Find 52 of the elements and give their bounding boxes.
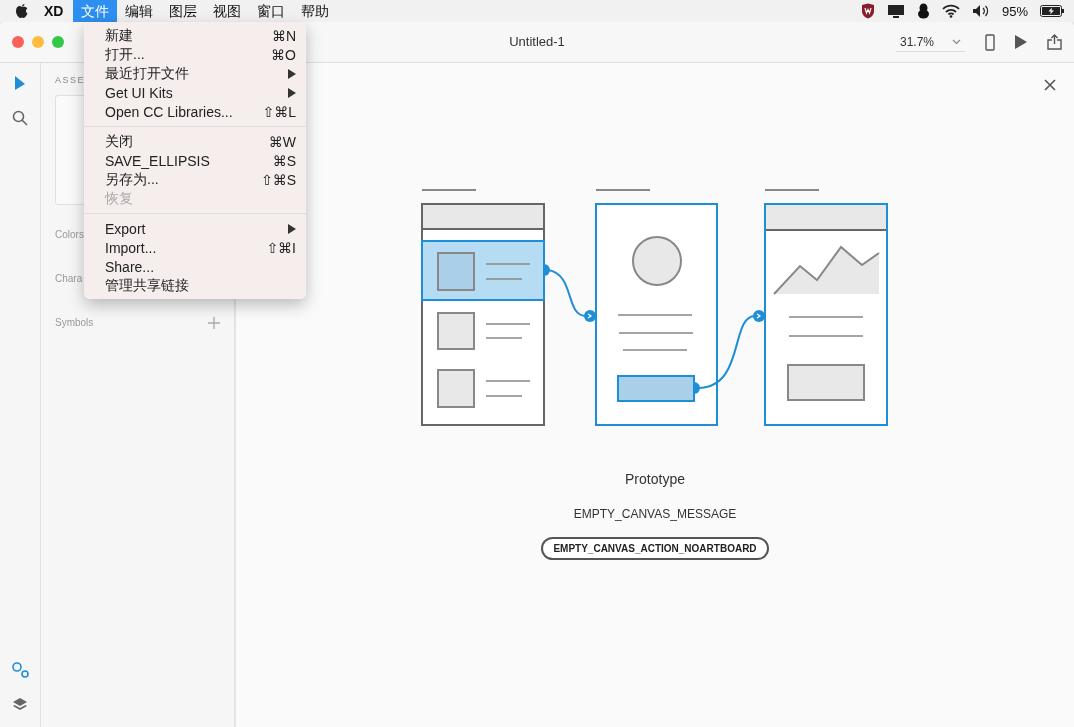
wifi-icon[interactable] [941,4,960,18]
section-label: Chara [55,273,83,286]
menu-item[interactable]: 另存为... ⇧⌘S [84,170,306,189]
menu-title[interactable]: 图层 [161,0,206,22]
menu-item[interactable]: Get UI Kits [84,83,306,102]
menu-title[interactable]: 视图 [205,0,250,22]
close-window-button[interactable] [12,36,24,48]
menu-item[interactable]: Import... ⇧⌘I [84,238,306,257]
menu-title[interactable]: 帮助 [293,0,338,22]
select-arrow-icon[interactable] [14,75,26,91]
shortcut-label: ⌘O [271,46,296,63]
shortcut-label: ⇧⌘S [260,171,296,188]
volume-icon[interactable] [971,4,990,18]
menu-item[interactable]: 新建 ⌘N [84,26,306,45]
play-icon[interactable] [1015,35,1027,49]
menu-item[interactable]: 关闭 ⌘W [84,132,306,151]
shortcut-label: ⇧⌘I [266,239,296,256]
empty-canvas-heading: Prototype [625,471,685,487]
menu-item[interactable]: 管理共享链接 [84,276,306,295]
chevron-icon [952,38,961,45]
search-icon[interactable] [12,110,28,126]
layers-icon[interactable] [12,697,28,712]
shortcut-label: ⌘S [272,152,296,169]
menu-item[interactable]: Open CC Libraries... ⇧⌘L [84,102,306,121]
empty-canvas-message: EMPTY_CANVAS_MESSAGE [573,507,737,521]
menu-item[interactable]: 最近打开文件 [84,64,306,83]
shortcut-label: ⌘N [271,27,296,44]
section-label: Symbols [55,317,94,330]
monitor-icon[interactable] [886,3,905,19]
shortcut-label: ⇧⌘L [262,103,296,120]
battery-percent: 95% [1001,3,1028,19]
panel-title: ASSE [55,75,85,85]
penguin-icon[interactable] [916,3,930,19]
menu-title[interactable]: 编辑 [117,0,162,22]
zoom-dropdown[interactable]: 31.7% [895,32,965,52]
shortcut-label: ⌘W [268,133,296,150]
menu-item[interactable]: 打开... ⌘O [84,45,306,64]
menu-item[interactable]: Export [84,219,306,238]
apple-icon[interactable] [14,3,30,19]
prototype-icon[interactable] [11,662,29,678]
app-menu[interactable]: XD [44,3,64,19]
shield-icon[interactable] [860,3,875,19]
close-button[interactable] [1044,79,1056,91]
menu-item[interactable]: Share... [84,257,306,276]
menu-title[interactable]: 窗口 [249,0,294,22]
section-label: Colors [55,229,84,242]
share-icon[interactable] [1047,34,1062,50]
menu-item[interactable]: SAVE_ELLIPSIS ⌘S [84,151,306,170]
window-title: Untitled-1 [509,34,565,49]
phone-icon[interactable] [985,33,995,51]
add-artboard-button[interactable]: EMPTY_CANVAS_ACTION_NOARTBOARD [541,537,769,560]
battery-icon[interactable] [1040,5,1064,17]
